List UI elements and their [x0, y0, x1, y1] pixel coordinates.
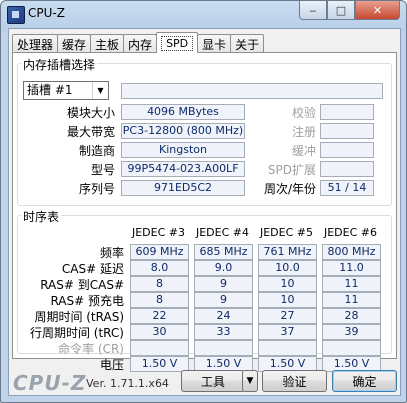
tab-bar: 处理器 缓存 主板 内存 SPD 显卡 关于 — [12, 32, 265, 53]
timing-cell: 11.0 — [322, 260, 381, 276]
timings-group-title: 时序表 — [21, 208, 62, 225]
timing-row-label: CAS# 延迟 — [61, 262, 124, 276]
footer-bar: CPU-Z Ver. 1.71.1.x64 工具 ▼ 验证 确定 — [9, 365, 400, 395]
registered-value — [320, 123, 374, 139]
registered-label: 注册 — [291, 125, 316, 139]
tab-about[interactable]: 关于 — [230, 34, 265, 53]
timing-cell — [322, 340, 381, 356]
timing-row-label: RAS# 预充电 — [50, 294, 124, 308]
part-number-label: 型号 — [90, 163, 115, 177]
timing-cell: 22 — [130, 308, 189, 324]
tab-cpu[interactable]: 处理器 — [12, 34, 59, 53]
minimize-button[interactable]: ‒ — [299, 1, 327, 20]
timing-cell: 8.0 — [130, 260, 189, 276]
correction-label: 校验 — [291, 106, 316, 120]
max-bandwidth-value: PC3-12800 (800 MHz) — [121, 123, 245, 139]
window-title: CPU-Z — [28, 6, 65, 20]
manufacturer-value: Kingston — [121, 142, 245, 158]
timing-cell: 9.0 — [194, 260, 253, 276]
validate-button[interactable]: 验证 — [262, 370, 327, 392]
cpuz-window: CPU-Z ‒ □ ✕ 处理器 缓存 主板 内存 SPD 显卡 关于 内存插槽选… — [0, 0, 407, 403]
module-size-value: 4096 MBytes — [121, 104, 245, 120]
version-text: Ver. 1.71.1.x64 — [86, 377, 169, 390]
timing-cell — [194, 340, 253, 356]
timing-row-label: RAS# 到CAS# — [40, 278, 124, 292]
timing-cell: 761 MHz — [258, 244, 317, 260]
title-bar[interactable]: CPU-Z ‒ □ ✕ — [1, 1, 406, 27]
timing-cell: 8 — [130, 292, 189, 308]
spd-ext-label: SPD扩展 — [267, 163, 316, 177]
ok-button[interactable]: 确定 — [332, 370, 397, 392]
timing-column-header: JEDEC #4 — [195, 226, 249, 239]
slot-select-value: 插槽 #1 — [27, 83, 73, 97]
slot-group-title: 内存插槽选择 — [21, 56, 98, 73]
maximize-button[interactable]: □ — [327, 1, 355, 20]
spd-ext-value — [320, 161, 374, 177]
timing-row-label: 行周期时间 (tRC) — [29, 326, 124, 340]
client-area: 处理器 缓存 主板 内存 SPD 显卡 关于 内存插槽选择 插槽 #1 ▼ 模块… — [8, 28, 401, 396]
timing-column-header: JEDEC #6 — [323, 226, 377, 239]
tab-graphics[interactable]: 显卡 — [197, 34, 232, 53]
timing-row-label: 命令率 (CR) — [58, 342, 124, 356]
tab-spd[interactable]: SPD — [156, 32, 199, 53]
spd-panel: 内存插槽选择 插槽 #1 ▼ 模块大小 4096 MBytes 最大带宽 PC3… — [12, 52, 397, 372]
timing-cell — [130, 340, 189, 356]
cpuz-logo: CPU-Z — [13, 371, 87, 395]
timing-cell: 39 — [322, 324, 381, 340]
timing-cell: 9 — [194, 292, 253, 308]
timing-cell — [258, 340, 317, 356]
timing-cell: 11 — [322, 276, 381, 292]
chevron-down-icon[interactable]: ▼ — [92, 82, 108, 99]
slot-selection-group: 内存插槽选择 插槽 #1 ▼ 模块大小 4096 MBytes 最大带宽 PC3… — [17, 56, 392, 206]
timings-group: 时序表 JEDEC #3 JEDEC #4 JEDEC #5 JEDEC #6 频率 60… — [17, 208, 392, 372]
timing-cell: 28 — [322, 308, 381, 324]
timing-cell: 11 — [322, 292, 381, 308]
tools-dropdown-arrow-icon[interactable]: ▼ — [242, 370, 258, 392]
tab-caches[interactable]: 缓存 — [57, 34, 92, 53]
correction-value — [320, 104, 374, 120]
timing-cell: 30 — [130, 324, 189, 340]
week-year-label: 周次/年份 — [263, 182, 316, 196]
timing-cell: 8 — [130, 276, 189, 292]
timing-cell: 27 — [258, 308, 317, 324]
timing-row-label: 周期时间 (tRAS) — [34, 310, 124, 324]
buffered-value — [320, 142, 374, 158]
part-number-value: 99P5474-023.A00LF — [121, 161, 245, 177]
tab-memory[interactable]: 内存 — [123, 34, 158, 53]
timing-cell: 685 MHz — [194, 244, 253, 260]
timing-cell: 9 — [194, 276, 253, 292]
manufacturer-label: 制造商 — [78, 144, 115, 158]
timing-cell: 37 — [258, 324, 317, 340]
timing-column-header: JEDEC #3 — [131, 226, 185, 239]
timing-cell: 609 MHz — [130, 244, 189, 260]
timing-row-label: 频率 — [99, 246, 124, 260]
timing-cell: 800 MHz — [322, 244, 381, 260]
timing-cell: 10 — [258, 276, 317, 292]
slot-select[interactable]: 插槽 #1 ▼ — [23, 81, 109, 100]
memory-type-field — [121, 83, 383, 99]
timing-column-header: JEDEC #5 — [259, 226, 313, 239]
close-button[interactable]: ✕ — [355, 1, 400, 20]
cpuz-app-icon — [7, 6, 25, 24]
week-year-value: 51 / 14 — [320, 180, 374, 196]
max-bandwidth-label: 最大带宽 — [66, 125, 115, 139]
timing-cell: 10.0 — [258, 260, 317, 276]
timing-cell: 33 — [194, 324, 253, 340]
serial-number-value: 971ED5C2 — [121, 180, 245, 196]
window-controls: ‒ □ ✕ — [299, 1, 400, 20]
module-size-label: 模块大小 — [66, 106, 115, 120]
buffered-label: 缓冲 — [291, 144, 316, 158]
serial-number-label: 序列号 — [78, 182, 115, 196]
timing-cell: 10 — [258, 292, 317, 308]
timing-cell: 24 — [194, 308, 253, 324]
tab-mainboard[interactable]: 主板 — [90, 34, 125, 53]
tools-button[interactable]: 工具 — [181, 370, 245, 392]
